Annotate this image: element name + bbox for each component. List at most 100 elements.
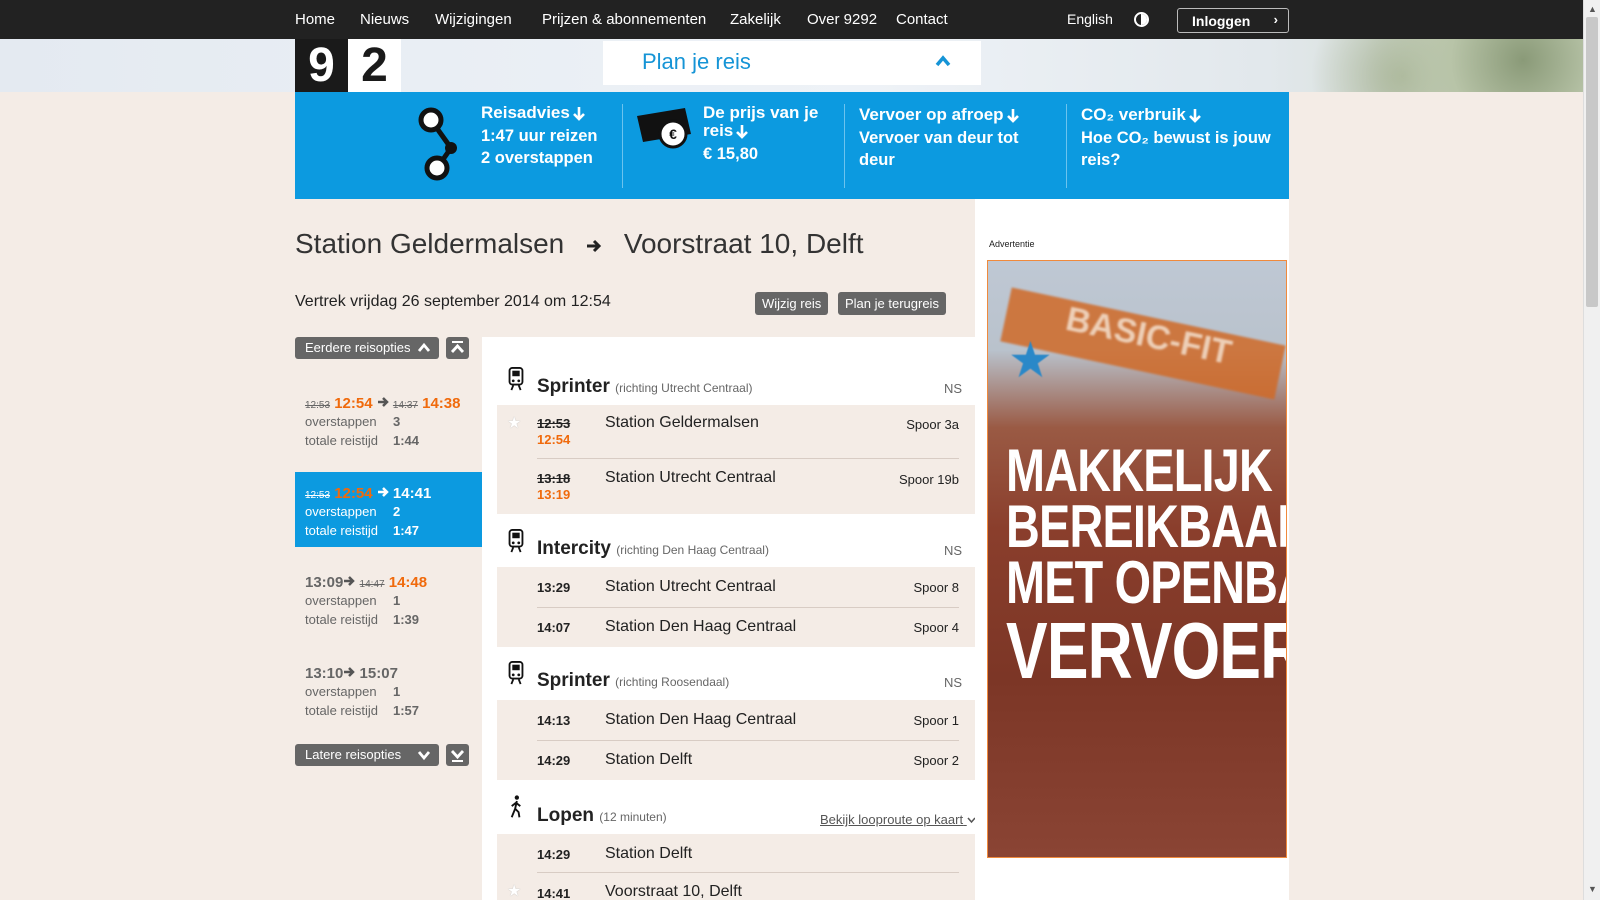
stop-name: Station Delft	[605, 845, 693, 862]
stop-name: Station Delft	[605, 751, 693, 768]
train-icon	[508, 367, 524, 391]
stop-row: 13:18 13:19 Station Utrecht Centraal Spo…	[497, 460, 975, 514]
summary-vervoer-op-afroep[interactable]: Vervoer op afroep Vervoer van deur tot d…	[859, 106, 1049, 171]
platform: Spoor 1	[913, 713, 959, 728]
last-option-button[interactable]	[446, 744, 469, 766]
scroll-down-icon[interactable]: ▼	[1588, 884, 1597, 894]
plan-terugreis-button[interactable]: Plan je terugreis	[838, 292, 946, 315]
divider	[622, 104, 623, 188]
plan-je-reis-toggle[interactable]: Plan je reis	[603, 41, 981, 85]
stop-name: Station Utrecht Centraal	[605, 469, 776, 486]
summary-co2[interactable]: CO₂ verbruik Hoe CO₂ bewust is jouw reis…	[1081, 106, 1281, 171]
nav-contact[interactable]: Contact	[896, 11, 948, 28]
nav-over-9292[interactable]: Over 9292	[807, 11, 877, 28]
earlier-options-button[interactable]: Eerdere reisopties	[295, 337, 439, 359]
nav-wijzigingen[interactable]: Wijzigingen	[435, 11, 512, 28]
departure-time: 12:54	[334, 395, 373, 412]
arrival-time: 14:29	[537, 753, 571, 768]
departure-info: Vertrek vrijdag 26 september 2014 om 12:…	[295, 293, 611, 310]
leg-stops: 14:29 Station Delft ★ 14:41 Voorstraat 1…	[497, 834, 975, 900]
chevron-right-icon: ›	[1273, 12, 1278, 27]
arrival-time: 14:07	[537, 620, 571, 635]
leg-operator: NS	[943, 675, 962, 690]
summary-prijs[interactable]: De prijs van je reis € 15,80	[703, 104, 828, 165]
stop-name: Station Den Haag Centraal	[605, 618, 797, 635]
login-button[interactable]: Inloggen ›	[1177, 8, 1289, 33]
leg-stops: ★ 12:53 12:54 Station Geldermalsen Spoor…	[497, 405, 975, 514]
travel-option[interactable]: 13:10 15:07 overstappen 1 totale reistijd…	[295, 652, 483, 727]
arrow-right-icon	[344, 576, 356, 586]
later-options-label: Latere reisopties	[305, 747, 402, 762]
travel-option-selected[interactable]: 12:53 12:54 14:41 overstappen 2 totale re…	[295, 472, 494, 547]
chevron-up-icon	[417, 342, 431, 352]
scrollbar-thumb[interactable]	[1586, 17, 1598, 307]
top-nav: Home Nieuws Wijzigingen Prijzen & abonne…	[0, 0, 1583, 39]
leg-direction: (richting Den Haag Centraal)	[616, 543, 769, 557]
arrow-right-icon	[377, 397, 389, 407]
duration-value: 1:44	[393, 433, 420, 448]
nav-nieuws[interactable]: Nieuws	[360, 11, 409, 28]
nav-home[interactable]: Home	[295, 11, 335, 28]
nav-zakelijk[interactable]: Zakelijk	[730, 11, 781, 28]
trees-image	[1283, 39, 1583, 92]
arrival-time: 14:48	[388, 574, 428, 591]
platform: Spoor 19b	[899, 472, 959, 487]
departure-time: 12:54	[334, 485, 373, 502]
divider	[537, 458, 959, 459]
travel-option[interactable]: 13:09 14:47 14:48 overstappen 1 totale re…	[295, 561, 483, 636]
planned-departure: 12:53	[305, 400, 331, 411]
arrival-time: 15:07	[359, 665, 398, 682]
divider	[537, 872, 959, 873]
departure-time: 13:09	[305, 574, 344, 591]
nav-prijzen[interactable]: Prijzen & abonnementen	[542, 11, 706, 28]
leg-stops: 13:29 Station Utrecht Centraal Spoor 8 1…	[497, 567, 975, 647]
prijs-title: De prijs van je reis	[703, 103, 819, 140]
language-english[interactable]: English	[1067, 11, 1113, 27]
duration-label: totale reistijd	[305, 433, 378, 448]
route-icon	[418, 107, 457, 181]
reisadvies-transfers: 2 overstappen	[481, 149, 593, 167]
stop-name: Station Den Haag Centraal	[605, 711, 797, 728]
duration-value: 1:39	[393, 612, 420, 627]
platform: Spoor 3a	[906, 417, 959, 432]
leg-stops: 14:13 Station Den Haag Centraal Spoor 1 …	[497, 700, 975, 780]
planned-arrival: 14:47	[359, 579, 385, 590]
leg-direction: (richting Utrecht Centraal)	[615, 381, 753, 395]
advertisement-banner[interactable]: BASIC-FIT ★ MAKKELIJK BEREIKBAAR MET OPE…	[987, 260, 1287, 858]
leg-type: Lopen	[537, 805, 594, 826]
duration-label: totale reistijd	[305, 703, 378, 718]
plan-title: Plan je reis	[642, 49, 751, 74]
travel-option[interactable]: 12:53 12:54 14:37 14:38 overstappen 3 tot…	[295, 382, 483, 457]
wijzig-reis-button[interactable]: Wijzig reis	[755, 292, 829, 315]
departure-time: 13:10	[305, 665, 344, 682]
ad-slogan-line: VERVOER	[1006, 606, 1287, 695]
earlier-options-label: Eerdere reisopties	[305, 340, 411, 355]
first-option-button[interactable]	[446, 337, 469, 359]
summary-bar: Reisadvies 1:47 uur reizen 2 overstappen…	[295, 92, 1289, 199]
arrival-time: 14:41	[537, 886, 571, 900]
reisadvies-duration: 1:47 uur reizen	[481, 127, 598, 145]
scroll-up-icon[interactable]: ▲	[1588, 4, 1597, 14]
duration-label: totale reistijd	[305, 612, 378, 627]
ad-slogan-line: MAKKELIJK	[1006, 437, 1273, 504]
summary-reisadvies[interactable]: Reisadvies 1:47 uur reizen 2 overstappen	[481, 104, 597, 169]
stop-name: Station Utrecht Centraal	[605, 578, 776, 595]
co2-text: Hoe CO₂ bewust is jouw reis?	[1081, 129, 1271, 169]
later-options-button[interactable]: Latere reisopties	[295, 744, 439, 766]
vervoer-title: Vervoer op afroep	[859, 105, 1004, 124]
transfers-label: overstappen	[305, 593, 377, 608]
route-title: Station Geldermalsen Voorstraat 10, Delf…	[295, 228, 864, 260]
leg-operator: NS	[943, 381, 962, 396]
leg-type: Intercity	[537, 538, 611, 559]
divider	[844, 104, 845, 188]
arrow-down-icon	[572, 106, 585, 121]
reisadvies-title: Reisadvies	[481, 103, 570, 122]
platform: Spoor 4	[913, 620, 959, 635]
transfers-value: 1	[393, 684, 401, 699]
leg-type: Sprinter	[537, 376, 610, 397]
route-to: Voorstraat 10, Delft	[623, 228, 864, 259]
map-link-label: Bekijk looproute op kaart	[820, 812, 964, 827]
contrast-icon[interactable]	[1134, 12, 1149, 27]
page-scrollbar[interactable]: ▲ ▼	[1583, 0, 1600, 900]
walking-route-map-link[interactable]: Bekijk looproute op kaart	[820, 812, 976, 827]
